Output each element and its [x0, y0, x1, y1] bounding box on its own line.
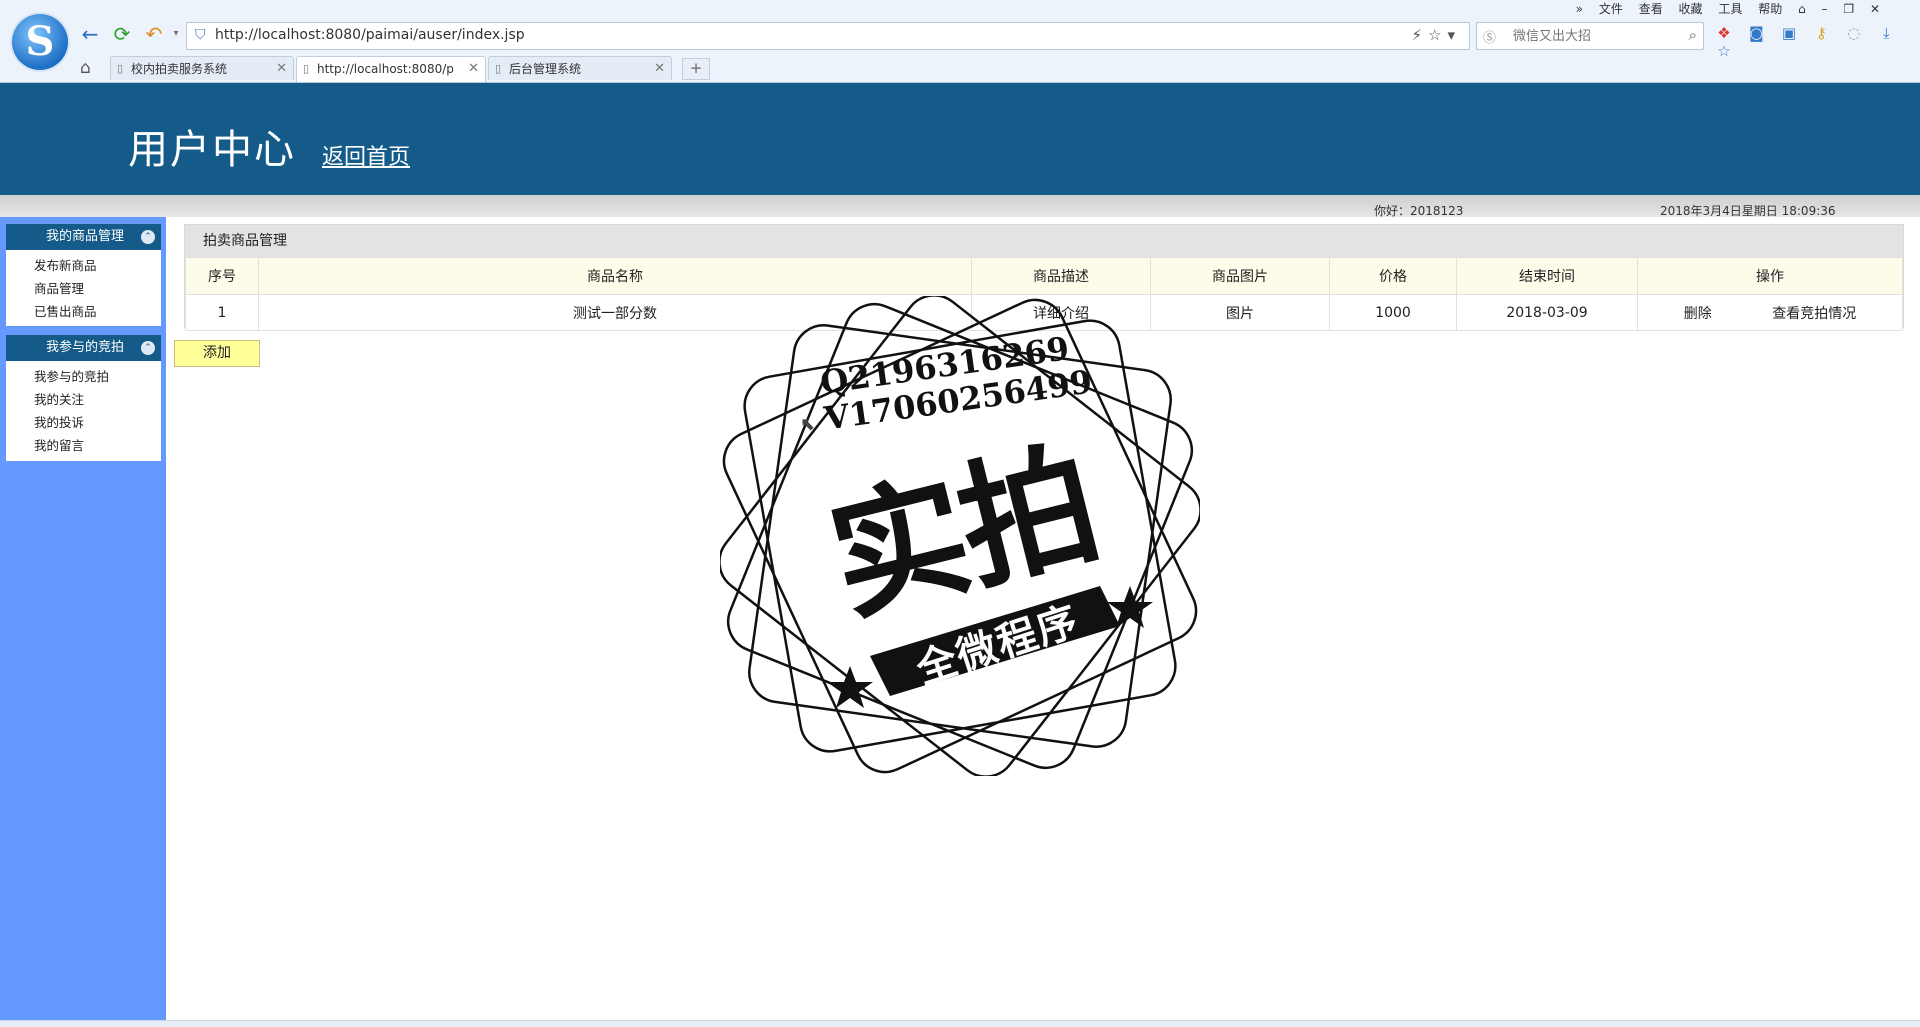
sidebar-item-messages[interactable]: 我的留言 [6, 434, 161, 457]
download-icon[interactable]: ⤓ [1874, 24, 1898, 42]
cell-price: 1000 [1329, 294, 1457, 331]
menu-tools[interactable]: 工具 [1718, 2, 1742, 16]
toolbar-icons: ❖ ◙ ▣ ⚷ ◌ ⤓ ☆ [1712, 24, 1920, 60]
collapse-icon[interactable]: ⌃ [141, 230, 155, 244]
new-tab-button[interactable]: + [682, 58, 710, 80]
sidebar-group-title: 我的商品管理 [46, 229, 125, 244]
address-bar-icons[interactable]: ⚡☆▾ [1411, 26, 1461, 44]
tab-label: http://localhost:8080/p [317, 62, 454, 76]
page-icon: ▯ [117, 62, 124, 75]
sidebar-item-my-bids[interactable]: 我参与的竞拍 [6, 365, 161, 388]
browser-chrome: S ← ⟳ ↶ ▾ ⛉ http://localhost:8080/paimai… [0, 0, 1920, 83]
cell-actions: 删除 查看竞拍情况 [1637, 294, 1903, 331]
search-input[interactable] [1511, 26, 1675, 46]
collapse-icon[interactable]: ⌃ [141, 341, 155, 355]
refresh-icon[interactable]: ⟳ [110, 22, 134, 46]
close-icon[interactable]: ✕ [468, 57, 479, 81]
sidebar-group-my-goods[interactable]: 我的商品管理 ⌃ [6, 224, 161, 250]
chevron-down-icon[interactable]: ▾ [164, 22, 188, 46]
menu-expand-icon[interactable]: » [1576, 2, 1583, 16]
datetime-text: 2018年3月4日星期日 18:09:36 [1660, 204, 1836, 218]
delete-link[interactable]: 删除 [1684, 306, 1712, 322]
sidebar: 我的商品管理 ⌃ 发布新商品 商品管理 已售出商品 我参与的竞拍 ⌃ 我参与的竞… [0, 217, 166, 1020]
page-title: 用户中心 [128, 127, 296, 173]
column-header: 商品名称 [258, 257, 972, 295]
menu-help[interactable]: 帮助 [1758, 2, 1782, 16]
skin-icon[interactable]: ⌂ [1798, 2, 1806, 16]
app-icon[interactable]: ▣ [1777, 24, 1801, 42]
close-window-icon[interactable]: ✕ [1870, 2, 1880, 16]
tab-label: 校内拍卖服务系统 [131, 62, 228, 76]
menu-file[interactable]: 文件 [1599, 2, 1623, 16]
tab-auction-service[interactable]: ▯ 校内拍卖服务系统 ✕ [110, 56, 294, 80]
column-header: 商品描述 [971, 257, 1151, 295]
column-header: 序号 [185, 257, 259, 295]
close-icon[interactable]: ✕ [276, 57, 287, 81]
column-header: 价格 [1329, 257, 1457, 295]
home-link[interactable]: 返回首页 [322, 139, 410, 171]
sidebar-group-my-goods-items: 发布新商品 商品管理 已售出商品 [6, 250, 161, 326]
sidebar-item-complaints[interactable]: 我的投诉 [6, 411, 161, 434]
sidebar-item-follows[interactable]: 我的关注 [6, 388, 161, 411]
sidebar-group-my-bids-items: 我参与的竞拍 我的关注 我的投诉 我的留言 [6, 361, 161, 461]
sidebar-item-goods-manage[interactable]: 商品管理 [6, 277, 161, 300]
tab-label: 后台管理系统 [509, 62, 582, 76]
search-icon[interactable]: ⌕ [1689, 26, 1697, 44]
search-engine-icon: Ⓢ [1483, 31, 1497, 46]
menu-favorites[interactable]: 收藏 [1679, 2, 1703, 16]
restore-icon[interactable]: ❐ [1843, 2, 1854, 16]
close-icon[interactable]: ✕ [654, 57, 665, 81]
sidebar-item-sold[interactable]: 已售出商品 [6, 300, 161, 323]
column-header: 商品图片 [1150, 257, 1330, 295]
mouse-cursor-icon: ⬉ [800, 414, 816, 435]
extension-icon[interactable]: ❖ [1712, 24, 1736, 42]
page-icon: ▯ [495, 62, 502, 75]
info-bar [0, 195, 1920, 217]
menu-view[interactable]: 查看 [1639, 2, 1663, 16]
sidebar-item-publish[interactable]: 发布新商品 [6, 254, 161, 277]
panel-title: 拍卖商品管理 [185, 225, 1903, 257]
table-header-row: 序号 商品名称 商品描述 商品图片 价格 结束时间 操作 [185, 257, 1903, 295]
page-icon: ▯ [303, 62, 310, 75]
column-header: 操作 [1637, 257, 1903, 295]
home-icon[interactable]: ⌂ [80, 58, 91, 78]
undo-icon[interactable]: ↶ [142, 22, 166, 46]
back-arrow-icon[interactable]: ← [78, 22, 102, 46]
key-icon[interactable]: ⚷ [1809, 24, 1833, 42]
address-bar[interactable]: ⛉ http://localhost:8080/paimai/auser/ind… [186, 22, 1470, 50]
view-bids-link[interactable]: 查看竞拍情况 [1772, 306, 1856, 322]
add-button[interactable]: 添加 [174, 340, 260, 367]
more-icon[interactable]: ◌ [1842, 24, 1866, 42]
tab-admin-system[interactable]: ▯ 后台管理系统 ✕ [488, 56, 672, 80]
favorites-star-icon[interactable]: ☆ [1712, 42, 1736, 60]
sidebar-group-my-bids[interactable]: 我参与的竞拍 ⌃ [6, 335, 161, 361]
cell-index: 1 [185, 294, 259, 331]
page-header: 用户中心 返回首页 [0, 83, 1920, 195]
browser-menu: » 文件 查看 收藏 工具 帮助 ⌂ – ❐ ✕ [1564, 0, 1880, 17]
screenshot-icon[interactable]: ◙ [1744, 24, 1768, 42]
cell-end-time: 2018-03-09 [1456, 294, 1638, 331]
address-text[interactable]: http://localhost:8080/paimai/auser/index… [215, 27, 525, 43]
greeting-text: 你好：2018123 [1374, 204, 1464, 218]
sidebar-group-title: 我参与的竞拍 [46, 340, 125, 355]
browser-logo-icon[interactable]: S [12, 14, 68, 70]
search-box[interactable]: Ⓢ ⌕ [1476, 22, 1704, 50]
tab-current[interactable]: ▯ http://localhost:8080/p ✕ [296, 56, 486, 82]
column-header: 结束时间 [1456, 257, 1638, 295]
shield-icon: ⛉ [195, 27, 206, 43]
minimize-icon[interactable]: – [1822, 2, 1828, 16]
